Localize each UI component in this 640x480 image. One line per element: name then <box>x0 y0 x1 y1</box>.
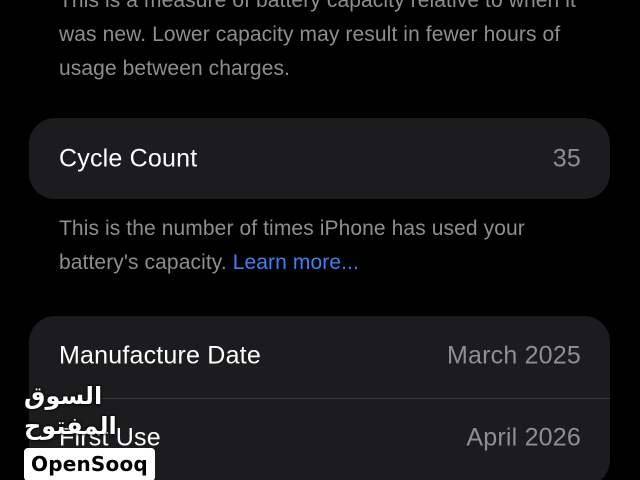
cycle-count-card: Cycle Count 35 <box>29 118 610 199</box>
watermark-logo-text: OpenSooq <box>24 448 155 480</box>
capacity-footnote: This is a measure of battery capacity re… <box>59 0 599 86</box>
cycle-footnote: This is the number of times iPhone has u… <box>59 212 599 280</box>
capacity-note-text: This is a measure of battery capacity re… <box>59 0 576 80</box>
battery-health-screen: This is a measure of battery capacity re… <box>0 0 640 480</box>
cycle-count-row: Cycle Count 35 <box>29 118 610 199</box>
learn-more-link[interactable]: Learn more... <box>233 251 359 274</box>
opensooq-watermark: السوق المفتوح OpenSooq <box>24 382 172 480</box>
cycle-count-label: Cycle Count <box>59 144 198 172</box>
first-use-value: April 2026 <box>466 423 581 452</box>
watermark-arabic-text: السوق المفتوح <box>24 383 117 440</box>
manufacture-date-label: Manufacture Date <box>59 341 261 370</box>
cycle-count-value: 35 <box>552 144 581 172</box>
manufacture-date-value: March 2025 <box>446 341 581 370</box>
